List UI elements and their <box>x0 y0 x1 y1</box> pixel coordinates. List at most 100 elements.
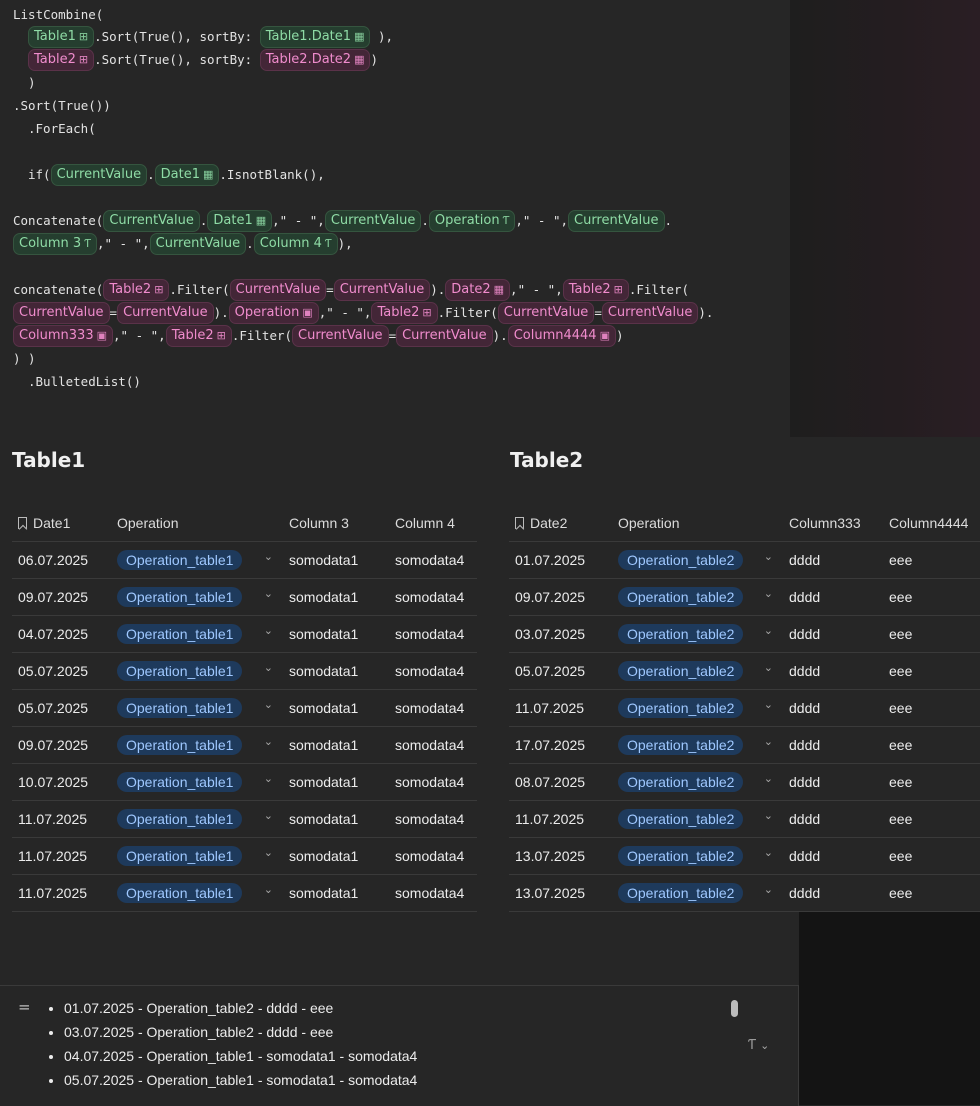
text-format-dropdown[interactable]: Ƭ ⌄ <box>748 1038 769 1053</box>
chevron-down-icon[interactable]: ⌄ <box>264 624 273 637</box>
current-value-chip[interactable]: CurrentValue <box>497 301 595 324</box>
operation-select-cell[interactable]: Operation_table2 ⌄ <box>612 874 783 912</box>
text-cell[interactable]: dddd <box>783 726 883 764</box>
table1-chip[interactable]: Table1 ⊞ <box>28 25 95 48</box>
text-cell[interactable]: eee <box>883 689 980 727</box>
text-cell[interactable]: dddd <box>783 652 883 690</box>
date-cell[interactable]: 17.07.2025 <box>509 726 612 764</box>
date-cell[interactable]: 03.07.2025 <box>509 615 612 653</box>
operation-tag[interactable]: Operation_table2 <box>618 735 744 755</box>
text-cell[interactable]: somodata4 <box>389 763 477 801</box>
text-cell[interactable]: somodata1 <box>283 763 389 801</box>
chevron-down-icon[interactable]: ⌄ <box>264 587 273 600</box>
text-cell[interactable]: somodata4 <box>389 615 477 653</box>
column3-chip[interactable]: Column 3Ƭ <box>13 232 97 255</box>
operation-select-cell[interactable]: Operation_table2 ⌄ <box>612 578 783 616</box>
current-value-chip[interactable]: CurrentValue <box>292 324 389 347</box>
current-value-chip[interactable]: CurrentValue <box>229 278 327 301</box>
current-value-chip[interactable]: CurrentValue <box>333 278 431 301</box>
scrollbar-thumb[interactable] <box>731 1000 738 1017</box>
chevron-down-icon[interactable]: ⌄ <box>764 661 773 674</box>
text-cell[interactable]: somodata1 <box>283 615 389 653</box>
chevron-down-icon[interactable]: ⌄ <box>764 550 773 563</box>
operation-tag[interactable]: Operation_table2 <box>618 883 744 903</box>
table-row[interactable]: 11.07.2025 Operation_table2 ⌄ dddd eee <box>509 689 980 727</box>
table-row[interactable]: 04.07.2025 Operation_table1 ⌄ somodata1 somo… <box>12 615 477 653</box>
column-header-column3[interactable]: Column 3 <box>283 505 389 542</box>
text-cell[interactable]: eee <box>883 837 980 875</box>
operation-tag[interactable]: Operation_table1 <box>117 624 243 644</box>
text-cell[interactable]: somodata1 <box>283 800 389 838</box>
current-value-chip[interactable]: CurrentValue <box>396 324 493 347</box>
text-cell[interactable]: somodata4 <box>389 837 477 875</box>
date1-chip[interactable]: Date1 ▦ <box>207 209 273 232</box>
table2-chip[interactable]: Table2 ⊞ <box>165 324 232 347</box>
date2-chip[interactable]: Date2 ▦ <box>445 278 511 301</box>
text-cell[interactable]: somodata1 <box>283 689 389 727</box>
operation-select-cell[interactable]: Operation_table2 ⌄ <box>612 689 783 727</box>
chevron-down-icon[interactable]: ⌄ <box>264 846 273 859</box>
operation-select-cell[interactable]: Operation_table2 ⌄ <box>612 652 783 690</box>
text-cell[interactable]: somodata4 <box>389 652 477 690</box>
current-value-chip[interactable]: CurrentValue <box>50 163 148 186</box>
chevron-down-icon[interactable]: ⌄ <box>264 661 273 674</box>
operation-chip[interactable]: Operation Ƭ <box>428 209 516 232</box>
operation-select-cell[interactable]: Operation_table1 ⌄ <box>111 837 283 875</box>
date-cell[interactable]: 04.07.2025 <box>12 615 111 653</box>
operation-tag[interactable]: Operation_table2 <box>618 587 744 607</box>
operation-select-cell[interactable]: Operation_table2 ⌄ <box>612 541 783 579</box>
table-row[interactable]: 06.07.2025 Operation_table1 ⌄ somodata1 somo… <box>12 541 477 579</box>
text-cell[interactable]: somodata1 <box>283 578 389 616</box>
table-row[interactable]: 09.07.2025 Operation_table2 ⌄ dddd eee <box>509 578 980 616</box>
table-row[interactable]: 09.07.2025 Operation_table1 ⌄ somodata1 somo… <box>12 578 477 616</box>
date-cell[interactable]: 13.07.2025 <box>509 874 612 912</box>
text-cell[interactable]: eee <box>883 615 980 653</box>
table-row[interactable]: 05.07.2025 Operation_table1 ⌄ somodata1 somo… <box>12 652 477 690</box>
operation-tag[interactable]: Operation_table1 <box>117 809 243 829</box>
date-cell[interactable]: 09.07.2025 <box>12 726 111 764</box>
text-cell[interactable]: eee <box>883 726 980 764</box>
operation-tag[interactable]: Operation_table1 <box>117 661 243 681</box>
current-value-chip[interactable]: CurrentValue <box>13 301 110 324</box>
text-cell[interactable]: somodata1 <box>283 541 389 579</box>
text-cell[interactable]: somodata4 <box>389 689 477 727</box>
chevron-down-icon[interactable]: ⌄ <box>264 772 273 785</box>
date-cell[interactable]: 11.07.2025 <box>509 689 612 727</box>
operation-tag[interactable]: Operation_table1 <box>117 698 243 718</box>
text-cell[interactable]: dddd <box>783 763 883 801</box>
text-cell[interactable]: dddd <box>783 800 883 838</box>
table2-chip[interactable]: Table2 ⊞ <box>562 278 629 301</box>
date-cell[interactable]: 11.07.2025 <box>12 874 111 912</box>
text-cell[interactable]: somodata1 <box>283 874 389 912</box>
column-header-date1[interactable]: Date1 <box>12 505 111 542</box>
current-value-chip[interactable]: CurrentValue <box>568 209 665 232</box>
chevron-down-icon[interactable]: ⌄ <box>764 809 773 822</box>
text-cell[interactable]: dddd <box>783 578 883 616</box>
column-header-column4444[interactable]: Column4444 <box>883 505 980 542</box>
text-cell[interactable]: somodata4 <box>389 874 477 912</box>
text-cell[interactable]: somodata4 <box>389 726 477 764</box>
table1-date1-chip[interactable]: Table1.Date1 ▦ <box>259 25 371 48</box>
current-value-chip[interactable]: CurrentValue <box>324 209 422 232</box>
table-row[interactable]: 08.07.2025 Operation_table2 ⌄ dddd eee <box>509 763 980 801</box>
chevron-down-icon[interactable]: ⌄ <box>764 883 773 896</box>
operation-select-cell[interactable]: Operation_table1 ⌄ <box>111 763 283 801</box>
text-cell[interactable]: somodata4 <box>389 800 477 838</box>
table-row[interactable]: 01.07.2025 Operation_table2 ⌄ dddd eee <box>509 541 980 579</box>
date-cell[interactable]: 01.07.2025 <box>509 541 612 579</box>
column4444-chip[interactable]: Column4444 ▣ <box>507 324 616 347</box>
text-cell[interactable]: dddd <box>783 541 883 579</box>
text-cell[interactable]: somodata1 <box>283 837 389 875</box>
column-header-operation[interactable]: Operation <box>612 505 783 542</box>
chevron-down-icon[interactable]: ⌄ <box>764 735 773 748</box>
text-cell[interactable]: dddd <box>783 615 883 653</box>
current-value-chip[interactable]: CurrentValue <box>601 301 699 324</box>
table-row[interactable]: 13.07.2025 Operation_table2 ⌄ dddd eee <box>509 874 980 912</box>
operation-select-cell[interactable]: Operation_table1 ⌄ <box>111 615 283 653</box>
text-cell[interactable]: somodata1 <box>283 652 389 690</box>
text-cell[interactable]: somodata4 <box>389 541 477 579</box>
text-cell[interactable]: eee <box>883 652 980 690</box>
operation-tag[interactable]: Operation_table2 <box>618 846 744 866</box>
text-cell[interactable]: eee <box>883 578 980 616</box>
operation-tag[interactable]: Operation_table2 <box>618 772 744 792</box>
